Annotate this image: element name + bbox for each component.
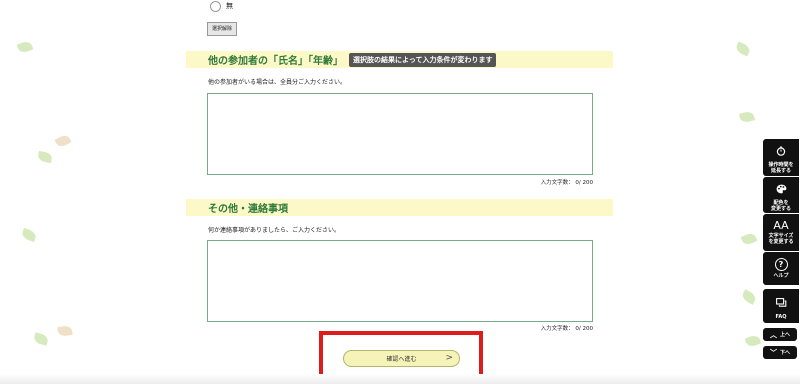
chevron-up-icon: ︿	[769, 330, 777, 339]
help-icon: ?	[774, 258, 788, 271]
scroll-up-label: 上へ	[779, 332, 790, 338]
font-size-label: 文字サイズ を変更する	[768, 233, 794, 245]
scroll-up-button[interactable]: ︿ 上へ	[763, 328, 797, 341]
participants-section-title: 他の参加者の「氏名」「年齢」	[208, 56, 343, 67]
scroll-down-button[interactable]: ﹀ 下へ	[763, 346, 797, 359]
stopwatch-icon	[776, 141, 786, 160]
text-size-icon: AA	[773, 219, 789, 232]
leaf-decoration	[740, 231, 758, 247]
radio-button[interactable]	[210, 0, 221, 12]
participants-description: 他の参加者がいる場合は、全員分ご入力ください。	[208, 79, 347, 86]
leaf-decoration	[734, 41, 752, 57]
other-description: 何か連絡事項がありましたら、ご入力ください。	[208, 227, 341, 234]
leaf-decoration	[16, 39, 34, 55]
radio-option-none[interactable]: 無	[210, 0, 233, 12]
participants-char-counter: 入力文字数： 0/ 200	[540, 180, 593, 186]
clear-selection-button[interactable]: 選択解除	[207, 22, 237, 36]
extend-time-button[interactable]: 操作時間を 延長する	[763, 139, 799, 176]
font-size-button[interactable]: AA 文字サイズ を変更する	[763, 214, 799, 251]
help-label: ヘルプ	[773, 273, 789, 279]
help-button[interactable]: ? ヘルプ	[763, 252, 799, 285]
color-scheme-label: 配色を 変更する	[770, 199, 791, 212]
other-section-title: その他・連絡事項	[208, 204, 288, 215]
color-scheme-button[interactable]: 配色を 変更する	[763, 177, 799, 213]
extend-time-label: 操作時間を 延長する	[768, 162, 794, 174]
leaf-decoration	[57, 324, 73, 338]
leaf-decoration	[740, 289, 758, 305]
radio-option-label: 無	[226, 2, 233, 10]
scroll-down-label: 下へ	[779, 350, 790, 356]
other-textarea[interactable]	[207, 240, 593, 322]
leaf-decoration	[32, 332, 50, 346]
palette-icon	[776, 179, 787, 198]
other-char-counter: 入力文字数： 0/ 200	[540, 326, 593, 332]
page-bottom-shadow	[0, 374, 800, 384]
leaf-decoration	[738, 110, 756, 124]
faq-icon	[775, 293, 787, 312]
faq-button[interactable]: FAQ	[763, 289, 799, 323]
participants-textarea[interactable]	[207, 93, 593, 175]
conditional-input-badge: 選択肢の結果によって入力条件が変わります	[349, 52, 497, 67]
leaf-decoration	[744, 333, 762, 349]
leaf-decoration	[54, 133, 72, 149]
faq-label: FAQ	[775, 313, 787, 320]
other-section-header: その他・連絡事項	[186, 199, 613, 216]
chevron-down-icon: ﹀	[769, 348, 777, 357]
leaf-decoration	[20, 227, 38, 243]
participants-section-header: 他の参加者の「氏名」「年齢」 選択肢の結果によって入力条件が変わります	[186, 51, 613, 68]
leaf-decoration	[37, 150, 53, 164]
